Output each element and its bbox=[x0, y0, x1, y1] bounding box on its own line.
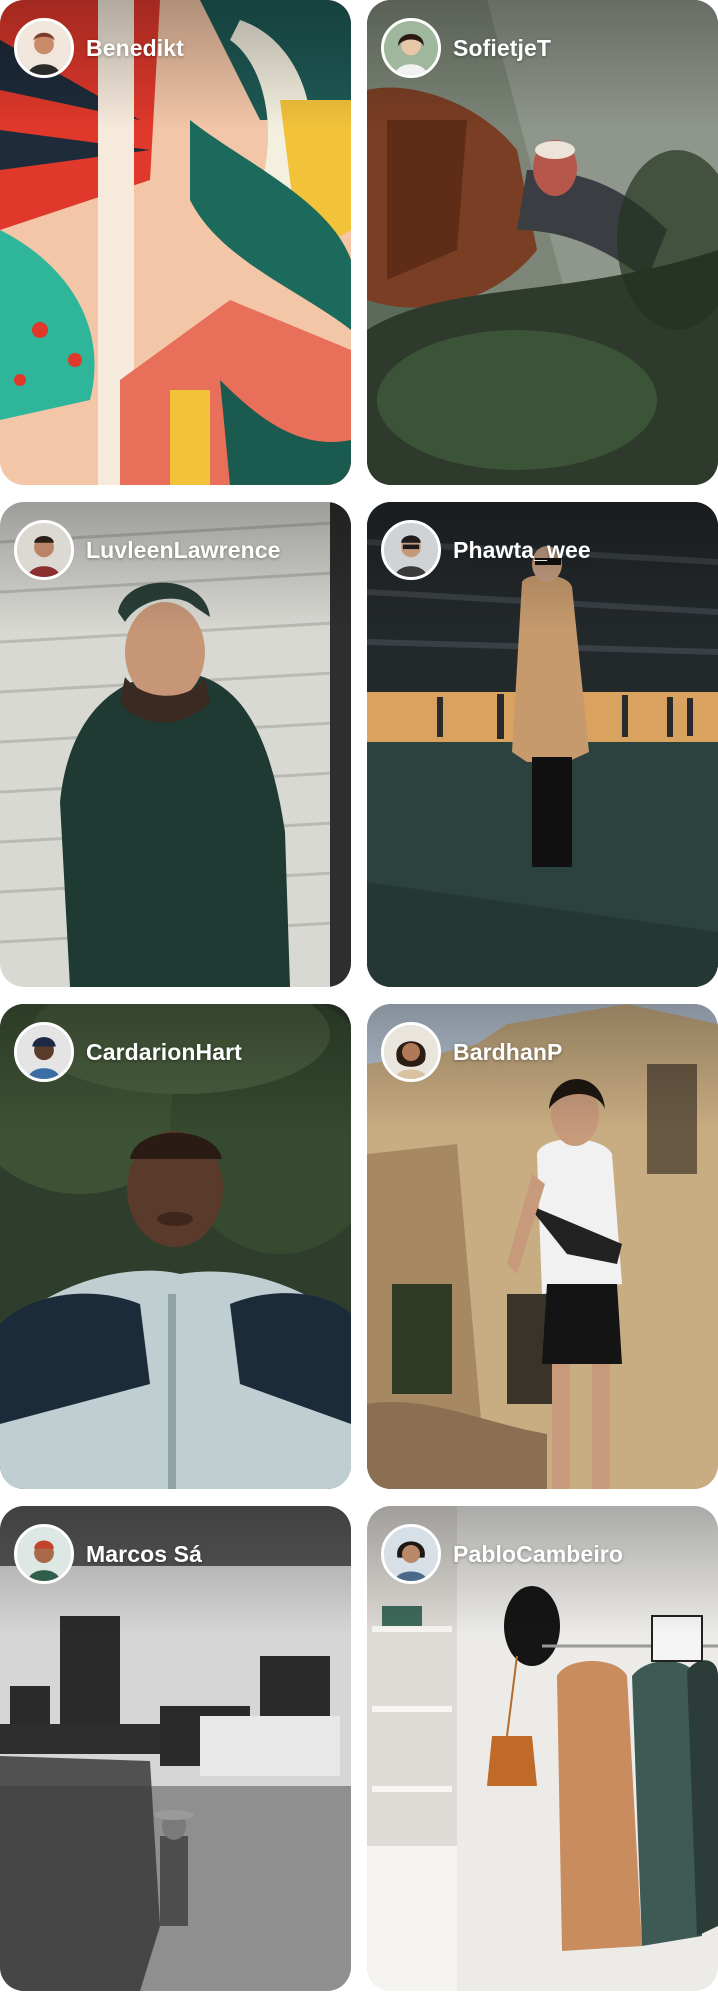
card-user[interactable]: LuvleenLawrence bbox=[14, 520, 281, 580]
feed-card[interactable]: Benedikt bbox=[0, 0, 351, 485]
feed-card[interactable]: LuvleenLawrence bbox=[0, 502, 351, 987]
username[interactable]: Marcos Sá bbox=[86, 1541, 202, 1568]
card-user[interactable]: Marcos Sá bbox=[14, 1524, 202, 1584]
feed-card[interactable]: Marcos Sá bbox=[0, 1506, 351, 1991]
username[interactable]: PabloCambeiro bbox=[453, 1541, 623, 1568]
avatar[interactable] bbox=[14, 18, 74, 78]
card-user[interactable]: SofietjeT bbox=[381, 18, 551, 78]
avatar[interactable] bbox=[14, 520, 74, 580]
username[interactable]: Benedikt bbox=[86, 35, 184, 62]
avatar[interactable] bbox=[14, 1022, 74, 1082]
avatar[interactable] bbox=[381, 520, 441, 580]
feed-card[interactable]: PabloCambeiro bbox=[367, 1506, 718, 1991]
card-user[interactable]: Benedikt bbox=[14, 18, 184, 78]
avatar[interactable] bbox=[381, 1524, 441, 1584]
username[interactable]: SofietjeT bbox=[453, 35, 551, 62]
card-user[interactable]: Phawta_wee bbox=[381, 520, 591, 580]
avatar[interactable] bbox=[14, 1524, 74, 1584]
card-user[interactable]: PabloCambeiro bbox=[381, 1524, 623, 1584]
username[interactable]: CardarionHart bbox=[86, 1039, 242, 1066]
photo-feed-grid: Benedikt SofietjeT LuvleenLawrence Phawt… bbox=[0, 0, 718, 1992]
username[interactable]: BardhanP bbox=[453, 1039, 562, 1066]
username[interactable]: LuvleenLawrence bbox=[86, 537, 281, 564]
username[interactable]: Phawta_wee bbox=[453, 537, 591, 564]
avatar[interactable] bbox=[381, 1022, 441, 1082]
feed-card[interactable]: CardarionHart bbox=[0, 1004, 351, 1489]
feed-card[interactable]: Phawta_wee bbox=[367, 502, 718, 987]
avatar[interactable] bbox=[381, 18, 441, 78]
feed-card[interactable]: BardhanP bbox=[367, 1004, 718, 1489]
card-user[interactable]: BardhanP bbox=[381, 1022, 562, 1082]
card-user[interactable]: CardarionHart bbox=[14, 1022, 242, 1082]
feed-card[interactable]: SofietjeT bbox=[367, 0, 718, 485]
